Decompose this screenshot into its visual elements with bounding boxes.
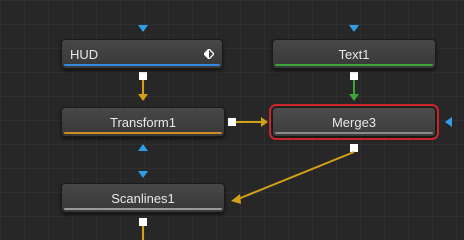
node-merge3-label: Merge3 <box>331 114 377 130</box>
node-scanlines1[interactable]: Scanlines1 <box>61 183 225 213</box>
merge3-mask-input-icon[interactable] <box>445 117 452 127</box>
node-hud-color-bar <box>64 64 220 66</box>
hud-mask-input-icon[interactable] <box>138 25 148 32</box>
node-transform1-color-bar <box>64 132 222 134</box>
node-transform1-label: Transform1 <box>110 114 176 130</box>
scanlines1-output-port[interactable] <box>139 218 147 226</box>
node-hud-label: HUD <box>70 47 99 62</box>
node-scanlines1-label: Scanlines1 <box>111 190 175 206</box>
node-merge3-color-bar <box>275 132 433 134</box>
scanlines1-background-input-icon[interactable] <box>231 194 241 204</box>
node-scanlines1-color-bar <box>64 208 222 210</box>
hud-output-port[interactable] <box>139 72 147 80</box>
node-text1[interactable]: Text1 <box>272 39 436 69</box>
merge3-to-scanlines1-wire <box>237 151 355 200</box>
node-text1-color-bar <box>275 64 433 66</box>
transform1-mask-input-icon[interactable] <box>138 144 148 151</box>
node-transform1[interactable]: Transform1 <box>61 107 225 137</box>
transform1-output-port[interactable] <box>228 118 236 126</box>
text1-output-port[interactable] <box>350 72 358 80</box>
transform1-background-input-icon[interactable] <box>138 94 148 101</box>
text1-mask-input-icon[interactable] <box>349 25 359 32</box>
diamond-half-icon[interactable] <box>204 49 214 59</box>
merge3-foreground-input-icon[interactable] <box>349 94 359 101</box>
merge3-background-input-icon[interactable] <box>261 117 268 127</box>
merge3-output-port[interactable] <box>350 144 358 152</box>
scanlines1-mask-input-icon[interactable] <box>138 171 148 178</box>
node-text1-label: Text1 <box>338 46 370 62</box>
node-hud[interactable]: HUD <box>61 39 223 69</box>
node-merge3[interactable]: Merge3 <box>269 104 439 140</box>
